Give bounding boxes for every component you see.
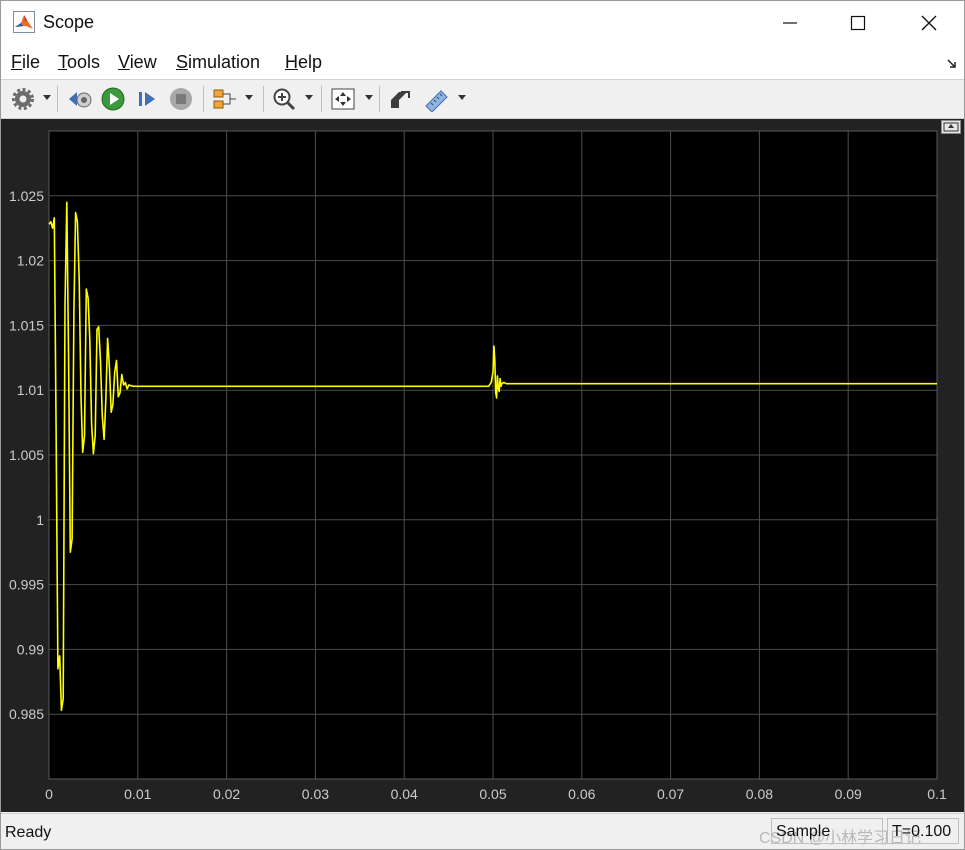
- x-tick-label: 0.05: [479, 786, 506, 802]
- x-tick-label: 0.04: [391, 786, 418, 802]
- menu-file[interactable]: File: [11, 52, 40, 73]
- y-tick-label: 1.02: [17, 253, 44, 269]
- status-time: T=0.100: [887, 818, 959, 844]
- settings-dropdown-icon[interactable]: [43, 95, 51, 100]
- style-button[interactable]: [385, 85, 415, 113]
- gear-icon: [12, 88, 34, 110]
- y-tick-label: 0.995: [9, 577, 44, 593]
- menu-tools[interactable]: Tools: [58, 52, 100, 73]
- autoscale-dropdown-icon[interactable]: [365, 95, 373, 100]
- toolbar-separator: [203, 86, 204, 112]
- zoom-in-icon: [273, 88, 296, 111]
- zoom-dropdown-icon[interactable]: [305, 95, 313, 100]
- dock-arrow-icon[interactable]: [946, 57, 958, 75]
- step-forward-icon: [139, 92, 155, 106]
- y-tick-label: 1.01: [17, 382, 44, 398]
- scope-plot[interactable]: 0 0.01 0.02 0.03 0.04 0.05 0.06 0.07 0.08 0.09 0.1…: [1, 119, 964, 812]
- x-tick-label: 0.09: [835, 786, 862, 802]
- menu-bar: File Tools View Simulation Help: [1, 45, 964, 80]
- run-button[interactable]: [99, 85, 127, 113]
- menu-help[interactable]: Help: [285, 52, 322, 73]
- step-back-icon: [69, 92, 92, 108]
- run-icon: [101, 87, 125, 111]
- toolbar: [1, 80, 964, 119]
- stop-icon: [170, 88, 192, 110]
- autoscale-button[interactable]: [327, 85, 359, 113]
- autoscale-icon: [331, 88, 355, 110]
- measurements-button[interactable]: [421, 85, 453, 113]
- x-tick-label: 0: [45, 786, 53, 802]
- menu-simulation[interactable]: Simulation: [176, 52, 260, 73]
- x-tick-label: 0.01: [124, 786, 151, 802]
- toolbar-separator: [321, 86, 322, 112]
- x-tick-label: 0.1: [927, 786, 947, 802]
- matlab-logo-icon: [13, 11, 35, 33]
- status-ready-text: Ready: [5, 824, 52, 841]
- close-button[interactable]: [906, 1, 952, 45]
- x-tick-label: 0.08: [746, 786, 773, 802]
- close-icon: [921, 15, 937, 31]
- minimize-icon: [783, 22, 797, 24]
- zoom-button[interactable]: [269, 85, 299, 113]
- status-sample-mode: Sample based: [771, 818, 883, 844]
- y-tick-label: 0.985: [9, 706, 44, 722]
- x-tick-label: 0.07: [657, 786, 684, 802]
- signal-selector-button[interactable]: [209, 85, 239, 113]
- measure-icon: [425, 90, 448, 112]
- menu-view[interactable]: View: [118, 52, 157, 73]
- x-tick-label: 0.03: [302, 786, 329, 802]
- toolbar-separator: [57, 86, 58, 112]
- y-tick-label: 1.005: [9, 447, 44, 463]
- x-tick-label: 0.06: [568, 786, 595, 802]
- toolbar-separator: [379, 86, 380, 112]
- signal-selector-dropdown-icon[interactable]: [245, 95, 253, 100]
- status-bar: Ready CSDN @小林学习日记 Sample based T=0.100: [1, 813, 964, 849]
- title-bar[interactable]: Scope: [1, 1, 964, 45]
- y-tick-label: 1: [36, 512, 44, 528]
- y-tick-label: 0.99: [17, 641, 44, 657]
- x-tick-label: 0.02: [213, 786, 240, 802]
- toolbar-separator: [263, 86, 264, 112]
- stop-button[interactable]: [167, 85, 195, 113]
- measurements-dropdown-icon[interactable]: [458, 95, 466, 100]
- window-title: Scope: [43, 12, 95, 32]
- y-tick-label: 1.015: [9, 317, 44, 333]
- y-tick-label: 1.025: [9, 188, 44, 204]
- settings-button[interactable]: [9, 85, 37, 113]
- step-back-button[interactable]: [65, 85, 95, 113]
- maximize-icon: [850, 15, 866, 31]
- step-forward-button[interactable]: [133, 85, 161, 113]
- maximize-button[interactable]: [835, 1, 881, 45]
- minimize-button[interactable]: [767, 1, 813, 45]
- style-icon: [391, 91, 410, 108]
- undock-icon: [941, 120, 961, 134]
- scope-window: Scope File Tools View Simulation Help 0 …: [0, 0, 965, 850]
- undock-button[interactable]: [941, 120, 961, 134]
- signal-selector-icon: [213, 89, 236, 109]
